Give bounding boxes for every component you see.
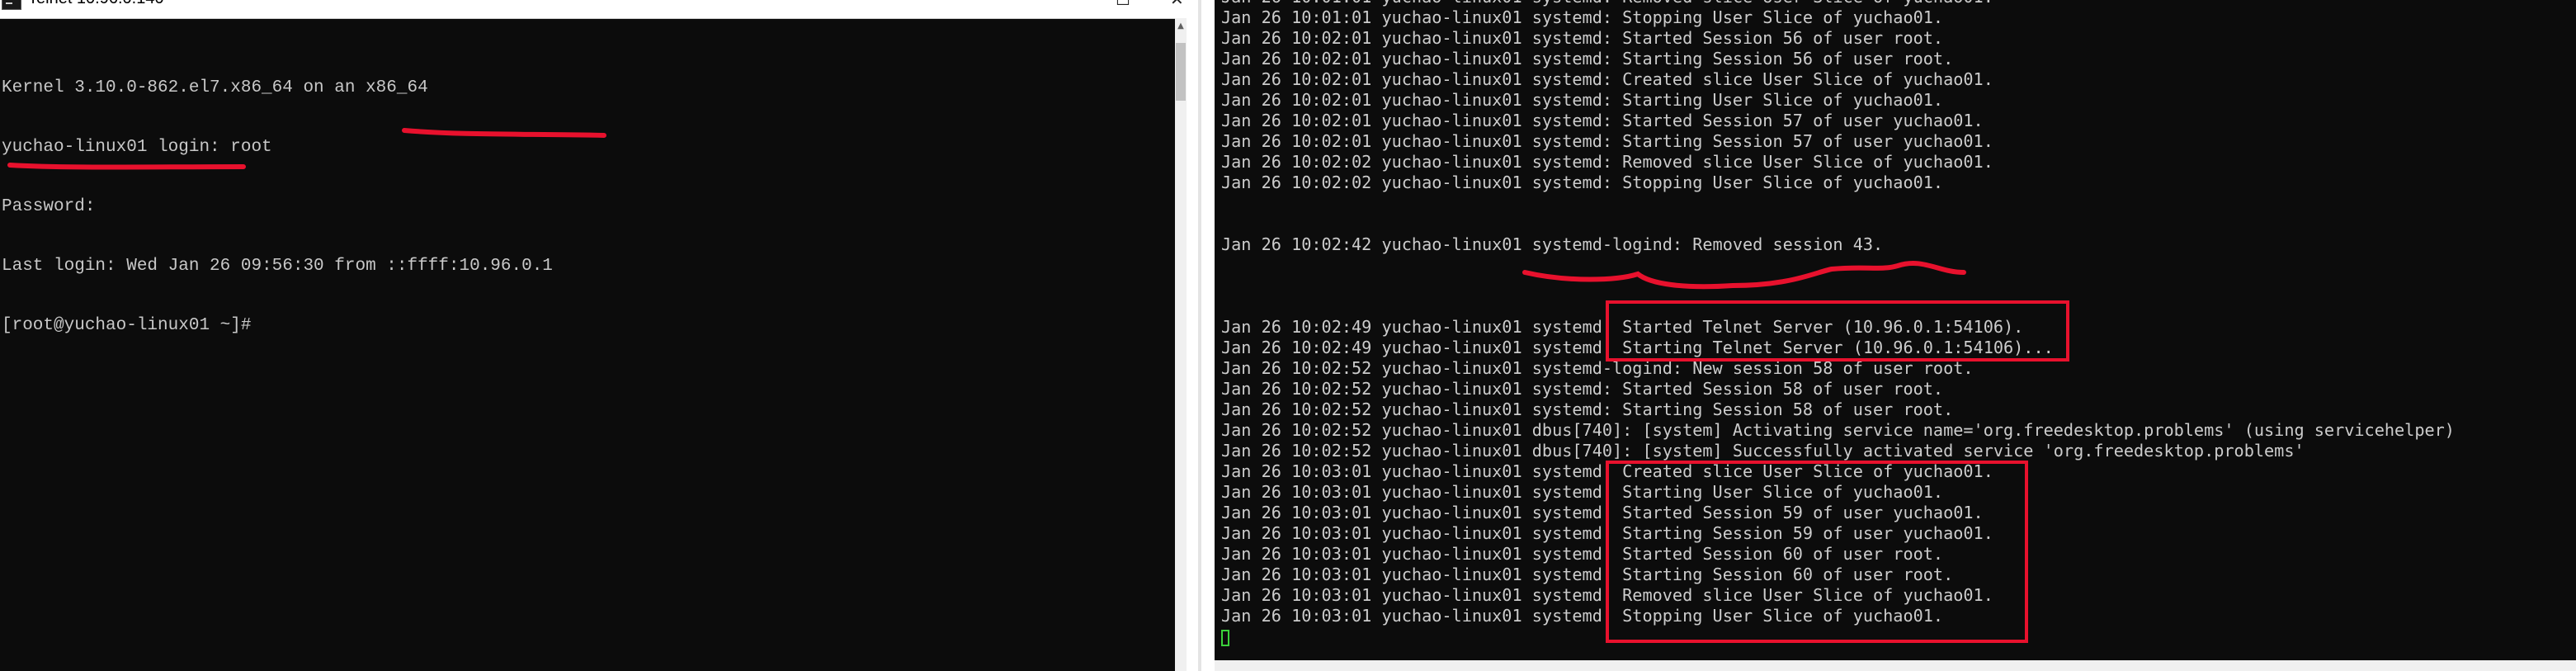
window-border: [1198, 0, 1201, 671]
system-log-output[interactable]: Jan 26 10:01:01 yuchao-linux01 systemd: …: [1221, 0, 2574, 647]
telnet-titlebar[interactable]: Telnet 10.96.0.140 ☐ ✕: [0, 0, 1187, 19]
log-line: Jan 26 10:02:01 yuchao-linux01 systemd: …: [1221, 69, 1993, 89]
log-line: Jan 26 10:02:01 yuchao-linux01 systemd: …: [1221, 49, 1954, 69]
log-line: Jan 26 10:02:49 yuchao-linux01 systemd: …: [1221, 317, 2024, 337]
log-line: Jan 26 10:02:49 yuchao-linux01 systemd: …: [1221, 338, 2054, 357]
terminal-line: Last login: Wed Jan 26 09:56:30 from ::f…: [2, 257, 553, 276]
scroll-up-icon[interactable]: ▲: [1176, 20, 1186, 33]
log-line: Jan 26 10:03:01 yuchao-linux01 systemd: …: [1221, 544, 1944, 564]
window-title: Telnet 10.96.0.140: [28, 0, 164, 8]
terminal-line: yuchao-linux01 login: root: [2, 138, 272, 157]
log-line: Jan 26 10:02:52 yuchao-linux01 dbus[740]…: [1221, 441, 2305, 461]
log-blank-line: [1221, 214, 2574, 234]
log-line: Jan 26 10:02:52 yuchao-linux01 dbus[740]…: [1221, 420, 2455, 440]
telnet-terminal-output[interactable]: Kernel 3.10.0-862.el7.x86_64 on an x86_6…: [2, 39, 1173, 376]
log-line: Jan 26 10:03:01 yuchao-linux01 systemd: …: [1221, 503, 1984, 522]
terminal-cursor: [1221, 629, 1229, 646]
log-line: Jan 26 10:02:01 yuchao-linux01 systemd: …: [1221, 90, 1944, 110]
scrollbar-thumb[interactable]: [1176, 43, 1186, 101]
window-bottom-border: [1215, 660, 2576, 671]
vertical-scrollbar[interactable]: ▲: [1175, 18, 1187, 671]
log-line: Jan 26 10:02:01 yuchao-linux01 systemd: …: [1221, 131, 1993, 151]
close-icon[interactable]: ✕: [1170, 0, 1184, 8]
terminal-prompt: [root@yuchao-linux01 ~]#: [2, 316, 252, 335]
log-line: Jan 26 10:03:01 yuchao-linux01 systemd: …: [1221, 482, 1944, 502]
log-line: Jan 26 10:02:02 yuchao-linux01 systemd: …: [1221, 152, 1993, 172]
log-blank-line: [1221, 193, 2574, 214]
log-line: Jan 26 10:02:52 yuchao-linux01 systemd: …: [1221, 379, 1944, 399]
log-blank-line: [1221, 276, 2574, 296]
log-line: Jan 26 10:02:02 yuchao-linux01 systemd: …: [1221, 172, 1944, 192]
log-line: Jan 26 10:02:01 yuchao-linux01 systemd: …: [1221, 28, 1944, 48]
log-line: Jan 26 10:01:01 yuchao-linux01 systemd: …: [1221, 0, 2574, 7]
terminal-line: Password:: [2, 197, 96, 216]
telnet-window: Telnet 10.96.0.140 ☐ ✕ Kernel 3.10.0-862…: [0, 0, 1187, 671]
log-line: Jan 26 10:01:01 yuchao-linux01 systemd: …: [1221, 7, 1944, 27]
log-line: Jan 26 10:03:01 yuchao-linux01 systemd: …: [1221, 585, 1993, 605]
log-line: Jan 26 10:03:01 yuchao-linux01 systemd: …: [1221, 565, 1954, 584]
terminal-app-icon: [2, 0, 21, 10]
terminal-line: Kernel 3.10.0-862.el7.x86_64 on an x86_6…: [2, 78, 428, 97]
log-blank-line: [1221, 255, 2574, 276]
maximize-icon[interactable]: ☐: [1116, 0, 1130, 8]
log-cursor-line: [1221, 626, 2574, 647]
log-line: Jan 26 10:03:01 yuchao-linux01 systemd: …: [1221, 606, 1944, 626]
log-terminal-window: Jan 26 10:01:01 yuchao-linux01 systemd: …: [1215, 0, 2576, 660]
log-blank-line: [1221, 296, 2574, 317]
log-line: Jan 26 10:02:52 yuchao-linux01 systemd-l…: [1221, 358, 1974, 378]
log-line: Jan 26 10:03:01 yuchao-linux01 systemd: …: [1221, 523, 1993, 543]
log-line: Jan 26 10:02:52 yuchao-linux01 systemd: …: [1221, 399, 1954, 419]
log-line: Jan 26 10:02:42 yuchao-linux01 systemd-l…: [1221, 234, 1884, 254]
log-line: Jan 26 10:02:01 yuchao-linux01 systemd: …: [1221, 111, 1984, 130]
log-line: Jan 26 10:03:01 yuchao-linux01 systemd: …: [1221, 461, 1993, 481]
